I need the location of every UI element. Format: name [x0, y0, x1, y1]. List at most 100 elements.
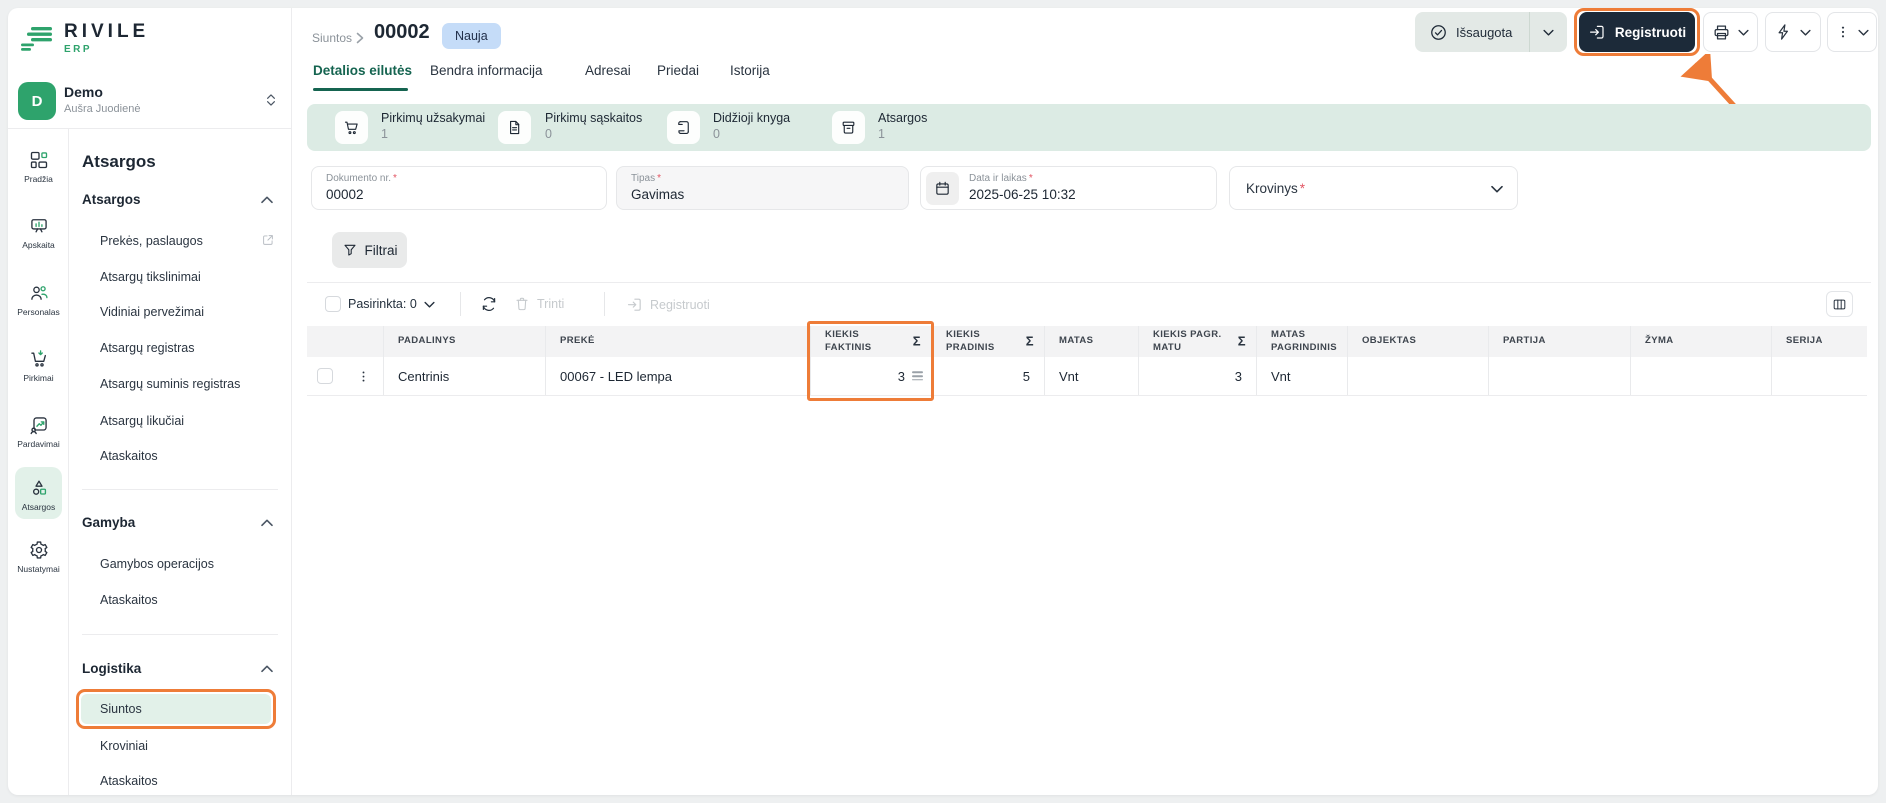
sidebar-item-atsargu-likuciai[interactable]: Atsargų likučiai [100, 414, 184, 428]
select-all-checkbox[interactable] [325, 296, 341, 312]
rail-item-apskaita[interactable]: Apskaita [8, 216, 69, 250]
sidebar-item-gamybos-operacijos[interactable]: Gamybos operacijos [100, 557, 214, 571]
presentation-chart-icon [29, 216, 49, 236]
cell-kiekis-pagr-matu[interactable]: 3 [1138, 357, 1256, 395]
rail-item-pradzia[interactable]: Pradžia [8, 150, 69, 184]
cell-serija[interactable] [1771, 357, 1867, 395]
calendar-icon-tile[interactable] [926, 172, 959, 205]
cell-preke[interactable]: 00067 - LED lempa [545, 357, 810, 395]
saved-label: Išsaugota [1456, 25, 1512, 40]
header-matas-pagrindinis[interactable]: MATAS PAGRINDINIS [1256, 326, 1347, 357]
row-checkbox[interactable] [317, 368, 333, 384]
header-actions-cell [343, 326, 383, 357]
register-button[interactable]: Registruoti [1579, 12, 1695, 52]
cell-matas[interactable]: Vnt [1044, 357, 1138, 395]
saved-split-button[interactable]: Išsaugota [1415, 12, 1567, 52]
chevron-down-icon [1543, 29, 1554, 36]
menu-divider [82, 489, 278, 490]
inventory-icon-tile[interactable] [832, 111, 865, 144]
delete-button[interactable]: Trinti [514, 296, 564, 312]
tab-priedai[interactable]: Priedai [657, 63, 699, 78]
rail-item-pirkimai[interactable]: Pirkimai [8, 349, 69, 383]
chevron-up-icon[interactable] [261, 665, 273, 673]
saved-dropdown-toggle[interactable] [1530, 29, 1567, 36]
header-kiekis-pradinis[interactable]: KIEKIS PRADINISΣ [931, 326, 1044, 357]
section-atsargos[interactable]: Atsargos [82, 192, 141, 207]
row-menu-button[interactable] [343, 357, 383, 395]
table-row[interactable]: Centrinis 00067 - LED lempa 3 5 Vnt 3 Vn… [307, 357, 1867, 396]
cell-partija[interactable] [1488, 357, 1630, 395]
header-kiekis-pagr-matu[interactable]: KIEKIS PAGR. MATUΣ [1138, 326, 1256, 357]
cell-padalinys[interactable]: Centrinis [383, 357, 545, 395]
sidebar-item-atsargu-registras[interactable]: Atsargų registras [100, 341, 194, 355]
external-link-icon[interactable] [261, 233, 275, 247]
section-gamyba[interactable]: Gamyba [82, 515, 135, 530]
chevron-down-icon [1491, 185, 1503, 193]
sum-icon[interactable]: Σ [1238, 333, 1246, 350]
purchase-invoices-icon-tile[interactable] [498, 111, 531, 144]
general-ledger-icon-tile[interactable] [667, 111, 700, 144]
filters-button[interactable]: Filtrai [332, 232, 407, 268]
cart-icon [29, 349, 49, 369]
sidebar-item-atsargu-suminis-registras[interactable]: Atsargų suminis registras [100, 377, 240, 391]
sidebar-item-ataskaitos-1[interactable]: Ataskaitos [100, 449, 158, 463]
refresh-button[interactable] [480, 295, 498, 313]
more-menu-button[interactable] [1827, 12, 1877, 52]
rail-item-pardavimai[interactable]: Pardavimai [8, 415, 69, 449]
sidebar-item-prekes-paslaugos[interactable]: Prekės, paslaugos [100, 234, 203, 248]
tab-bendra-informacija[interactable]: Bendra informacija [430, 63, 543, 78]
header-partija[interactable]: PARTIJA [1488, 326, 1630, 357]
header-serija[interactable]: SERIJA [1771, 326, 1867, 357]
purchase-orders-icon-tile[interactable] [335, 111, 368, 144]
header-preke[interactable]: PREKĖ [545, 326, 810, 357]
header-matas[interactable]: MATAS [1044, 326, 1138, 357]
type-field[interactable]: Tipas* Gavimas [616, 166, 909, 210]
tab-adresai[interactable]: Adresai [585, 63, 631, 78]
trash-icon [514, 296, 530, 312]
datetime-field[interactable]: Data ir laikas* 2025-06-25 10:32 [920, 166, 1217, 210]
section-logistika[interactable]: Logistika [82, 661, 141, 676]
lightning-icon [1775, 23, 1793, 41]
type-value: Gavimas [631, 187, 684, 202]
print-button[interactable] [1703, 12, 1758, 52]
document-number-value: 00002 [326, 187, 364, 202]
cell-zyma[interactable] [1630, 357, 1771, 395]
header-padalinys[interactable]: PADALINYS [383, 326, 545, 357]
rail-item-nustatymai[interactable]: Nustatymai [8, 540, 69, 574]
related-docs-bar: Pirkimų užsakymai 1 Pirkimų sąskaitos 0 … [307, 104, 1871, 151]
breadcrumb-root[interactable]: Siuntos [312, 31, 352, 45]
tab-istorija[interactable]: Istorija [730, 63, 770, 78]
document-number-field[interactable]: Dokumento nr.* 00002 [311, 166, 607, 210]
gear-icon [29, 540, 49, 560]
avatar[interactable]: D [18, 82, 56, 120]
cargo-select[interactable]: Krovinys* [1229, 166, 1518, 210]
app-card: RIVILE ERP D Demo Aušra Juodienė Pradžia [8, 8, 1878, 795]
user-switch-icon[interactable] [262, 88, 280, 112]
actions-button[interactable] [1765, 12, 1821, 52]
header-select-cell [307, 326, 343, 357]
shapes-icon [29, 478, 49, 498]
cell-objektas[interactable] [1347, 357, 1488, 395]
rail-item-personalas[interactable]: Personalas [8, 283, 69, 317]
sum-icon[interactable]: Σ [1026, 333, 1034, 350]
sidebar-item-siuntos[interactable]: Siuntos [81, 694, 271, 724]
sidebar-item-vidiniai-pervezimai[interactable]: Vidiniai pervežimai [100, 305, 204, 319]
tab-detalios-eilutes[interactable]: Detalios eilutės [313, 63, 412, 78]
cell-kiekis-pradinis[interactable]: 5 [931, 357, 1044, 395]
register-rows-button[interactable]: Registruoti [626, 296, 710, 313]
chevron-up-icon[interactable] [261, 196, 273, 204]
header-objektas[interactable]: OBJEKTAS [1347, 326, 1488, 357]
rail-item-atsargos[interactable]: Atsargos [8, 478, 69, 512]
chevron-down-icon [1800, 29, 1811, 36]
select-all-row[interactable]: Pasirinkta: 0 [325, 296, 435, 312]
inventory-label: Atsargos [878, 111, 927, 125]
sidebar-item-kroviniai[interactable]: Kroviniai [100, 739, 148, 753]
cell-matas-pagrindinis[interactable]: Vnt [1256, 357, 1347, 395]
sidebar-item-ataskaitos-2[interactable]: Ataskaitos [100, 593, 158, 607]
sidebar-item-ataskaitos-3[interactable]: Ataskaitos [100, 774, 158, 788]
header-zyma[interactable]: ŽYMA [1630, 326, 1771, 357]
chevron-up-icon[interactable] [261, 519, 273, 527]
sidebar-item-atsargu-tikslinimai[interactable]: Atsargų tikslinimai [100, 270, 201, 284]
column-settings-button[interactable] [1826, 291, 1853, 317]
toolbar-divider [307, 282, 1871, 283]
